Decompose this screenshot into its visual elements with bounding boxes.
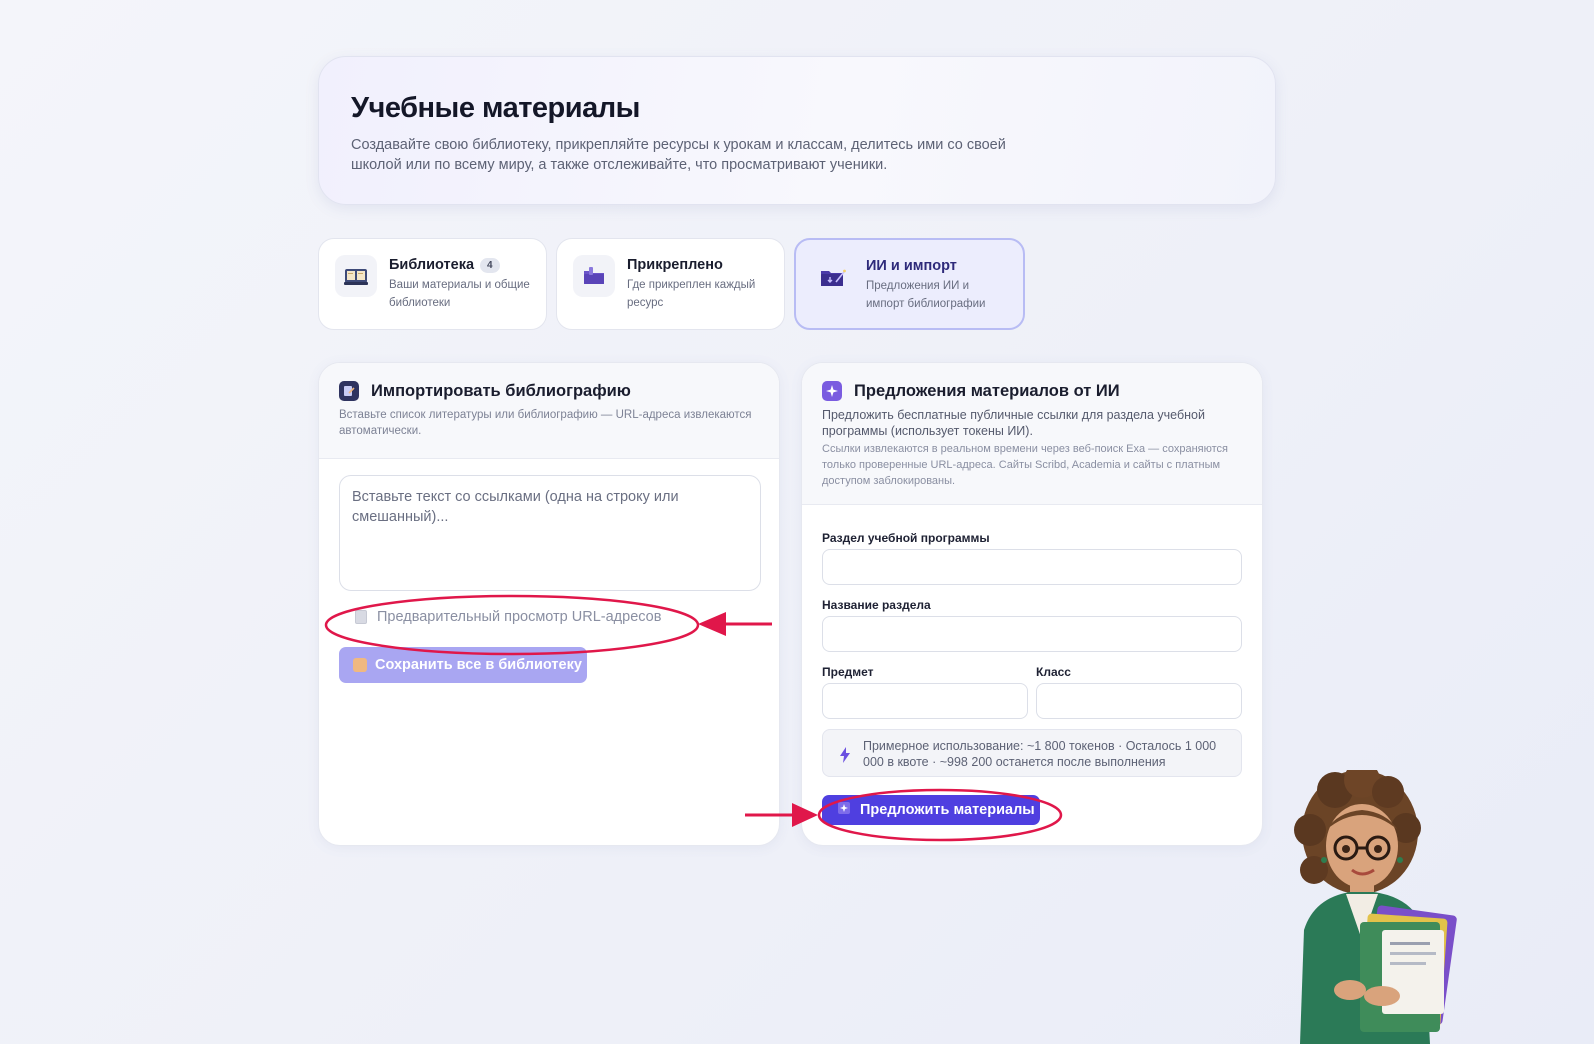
- books-icon: [335, 255, 377, 297]
- curriculum-section-field[interactable]: [822, 549, 1242, 585]
- document-icon: [355, 610, 367, 624]
- page-title: Учебные материалы: [351, 92, 640, 124]
- sparkle-icon: [822, 381, 842, 401]
- ai-card-title: Предложения материалов от ИИ: [854, 381, 1120, 400]
- tab-ai-import-title: ИИ и импорт: [866, 258, 957, 274]
- tab-ai-import-subtitle: Предложения ИИ и импорт библиографии: [866, 280, 986, 310]
- page-header: Учебные материалы Создавайте свою библио…: [318, 56, 1276, 205]
- lightning-icon: [839, 747, 851, 776]
- section-name-label: Название раздела: [822, 598, 931, 612]
- bibliography-icon: [339, 381, 359, 401]
- tab-library[interactable]: Библиотека 4 Ваши материалы и общие библи…: [318, 238, 547, 330]
- tab-attached-title: Прикреплено: [627, 257, 723, 273]
- tab-library-subtitle: Ваши материалы и общие библиотеки: [389, 279, 530, 309]
- usage-estimate-text: Примерное использование: ~1 800 токенов …: [863, 739, 1217, 769]
- ai-card-description: Предложить бесплатные публичные ссылки д…: [822, 408, 1205, 438]
- import-card-description: Вставьте список литературы или библиогра…: [339, 409, 752, 437]
- curriculum-section-label: Раздел учебной программы: [822, 531, 990, 545]
- tab-attached-subtitle: Где прикреплен каждый ресурс: [627, 279, 756, 309]
- tab-library-title: Библиотека: [389, 257, 475, 273]
- ai-card-note: Ссылки извлекаются в реальном времени че…: [822, 443, 1228, 487]
- save-icon: [353, 658, 367, 672]
- tab-bar: Библиотека 4 Ваши материалы и общие библи…: [318, 238, 1038, 330]
- grade-field[interactable]: [1036, 683, 1242, 719]
- import-card-title: Импортировать библиографию: [371, 381, 631, 400]
- ai-card-header: Предложения материалов от ИИ Предложить …: [802, 363, 1262, 505]
- sparkle-icon: [838, 802, 850, 818]
- section-name-field[interactable]: [822, 616, 1242, 652]
- tab-attached[interactable]: Прикреплено Где прикреплен каждый ресурс: [556, 238, 785, 330]
- grade-label: Класс: [1036, 665, 1071, 679]
- suggest-materials-label: Предложить материалы: [860, 802, 1035, 818]
- folder-icon: [573, 255, 615, 297]
- tab-ai-import[interactable]: ИИ и импорт Предложения ИИ и импорт библ…: [794, 238, 1025, 330]
- save-all-button[interactable]: Сохранить все в библиотеку: [339, 647, 587, 683]
- suggest-materials-button[interactable]: Предложить материалы: [822, 795, 1040, 825]
- bibliography-textarea[interactable]: Вставьте текст со ссылками (одна на стро…: [339, 475, 761, 591]
- count-badge: 4: [480, 257, 500, 273]
- page-subtitle: Создавайте свою библиотеку, прикрепляйте…: [351, 137, 1006, 173]
- teacher-illustration: [1294, 770, 1457, 1044]
- save-all-label: Сохранить все в библиотеку: [375, 657, 582, 673]
- preview-urls-button[interactable]: Предварительный просмотр URL-адресов: [355, 609, 661, 625]
- subject-label: Предмет: [822, 665, 874, 679]
- preview-urls-label: Предварительный просмотр URL-адресов: [377, 609, 662, 625]
- ai-suggestions-card: Предложения материалов от ИИ Предложить …: [801, 362, 1263, 846]
- magic-folder-icon: [812, 256, 854, 298]
- usage-estimate: Примерное использование: ~1 800 токенов …: [822, 729, 1242, 777]
- subject-field[interactable]: [822, 683, 1028, 719]
- import-bibliography-card: Импортировать библиографию Вставьте спис…: [318, 362, 780, 846]
- import-card-header: Импортировать библиографию Вставьте спис…: [319, 363, 779, 459]
